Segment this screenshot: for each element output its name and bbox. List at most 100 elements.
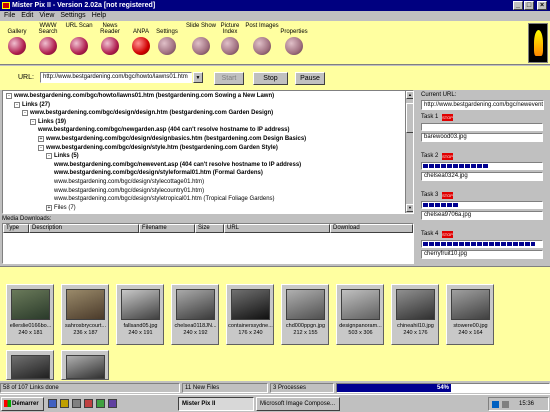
gallery-thumbnail[interactable]: stowere00.jpg 240 x 164 [446, 284, 494, 345]
collapse-icon[interactable]: - [14, 101, 20, 108]
quicklaunch-app2-icon[interactable] [96, 399, 105, 408]
quicklaunch-app-icon[interactable] [84, 399, 93, 408]
collapse-icon[interactable]: - [46, 153, 52, 160]
thumbnail-dimensions: 240 x 176 [403, 330, 428, 336]
thumbnail-filename: sahrosbrycourt... [65, 323, 106, 329]
gallery-thumbnail[interactable]: containerssydne... 176 x 240 [226, 284, 274, 345]
tree-node[interactable]: www.bestgardening.com/bgc/design/styleco… [54, 187, 204, 195]
tree-node[interactable]: www.bestgardening.com/bgc/design/stylefo… [54, 169, 263, 177]
gallery-thumbnail[interactable]: designpanoram... 503 x 306 [336, 284, 384, 345]
tree-node-label: www.bestgardening.com/bgc/newevent.asp (… [54, 161, 302, 168]
gallery-thumbnail[interactable]: sahrosbrycourt... 236 x 187 [61, 284, 109, 345]
gallery-thumbnail[interactable]: chineahil10.jpg 240 x 176 [391, 284, 439, 345]
tree-node[interactable]: - Links (27) [14, 101, 50, 109]
media-downloads-table[interactable]: Type Description Filename Size URL Download [2, 223, 414, 264]
start-button[interactable]: Start [214, 72, 244, 85]
toolbar-label: Gallery [7, 29, 27, 35]
task-stop-button[interactable]: STOP [442, 192, 453, 199]
quicklaunch-app3-icon[interactable] [108, 399, 117, 408]
tree-node[interactable]: www.bestgardening.com/bgc/design/styletr… [54, 195, 275, 203]
thumbnail-image [121, 289, 160, 320]
collapse-icon[interactable]: - [30, 118, 36, 125]
thumbnail-dimensions: 240 x 164 [458, 330, 483, 336]
quicklaunch-ie-icon[interactable] [48, 399, 57, 408]
column-header-size[interactable]: Size [195, 224, 224, 233]
thumbnail-image [11, 289, 50, 320]
pause-button[interactable]: Pause [295, 72, 325, 85]
tree-node[interactable]: www.bestgardening.com/bgc/newevent.asp (… [54, 161, 301, 169]
tree-node-label: Links (19) [38, 118, 67, 125]
tree-scrollbar[interactable]: ▲ ▼ [405, 91, 413, 213]
start-menu-button[interactable]: Démarrer [1, 397, 44, 411]
menu-file[interactable]: File [4, 11, 15, 21]
tree-node[interactable]: - www.bestgardening.com/bgc/design/style.… [38, 144, 278, 152]
menu-help[interactable]: Help [92, 11, 106, 21]
tree-node-label: www.bestgardening.com/bgc/howto/lawns01.… [14, 93, 275, 99]
menu-edit[interactable]: Edit [21, 11, 33, 21]
collapse-icon[interactable]: - [6, 93, 12, 99]
title-bar: Mister Pix II - Version 2.02a [not regis… [0, 0, 550, 11]
thumbnail-image [66, 289, 105, 320]
task-label: Task 3 [421, 192, 439, 198]
column-header-filename[interactable]: Filename [139, 224, 195, 233]
thumbnail-image [231, 289, 270, 320]
quicklaunch-folder-icon[interactable] [60, 399, 69, 408]
expand-icon[interactable]: + [38, 136, 44, 142]
gallery-thumbnail[interactable]: chelsea0118JN... 240 x 192 [171, 284, 219, 345]
maximize-button[interactable]: □ [524, 1, 534, 10]
gallery-icon [8, 37, 26, 55]
task-stop-button[interactable]: STOP [442, 114, 453, 121]
url-dropdown-button[interactable]: ▼ [193, 72, 203, 83]
stop-button[interactable]: Stop [253, 72, 288, 85]
toolbar-label: Picture Index [220, 23, 240, 35]
flame-logo-icon [528, 23, 548, 63]
column-header-type[interactable]: Type [3, 224, 29, 233]
current-url-field: http://www.bestgardening.com/bgc/neweven… [421, 100, 544, 110]
tree-node-label: www.bestgardening.com/bgc/design/style.h… [46, 144, 278, 151]
link-tree[interactable]: ▲ ▼ - www.bestgardening.com/bgc/howto/law… [2, 90, 414, 214]
clock: 15:36 [519, 401, 535, 407]
media-downloads-label: Media Downloads: [2, 216, 52, 222]
gallery-thumbnail[interactable] [6, 350, 54, 380]
tree-node[interactable]: + www.bestgardening.com/bgc/design/design… [38, 135, 306, 143]
gallery-thumbnail[interactable]: chd000ppgn.jpg 212 x 155 [281, 284, 329, 345]
tree-node[interactable]: - www.bestgardening.com/bgc/design/design… [22, 109, 273, 117]
task-stop-button[interactable]: STOP [442, 153, 453, 160]
tree-node[interactable]: - Links (19) [30, 118, 66, 126]
column-header-description[interactable]: Description [29, 224, 139, 233]
status-links: 58 of 107 Links done [0, 383, 180, 393]
tree-node[interactable]: + Files (7) [46, 204, 76, 212]
gallery-thumbnail[interactable] [61, 350, 109, 380]
column-header-url[interactable]: URL [224, 224, 330, 233]
system-tray: 15:36 [488, 397, 549, 411]
tree-node[interactable]: www.bestgardening.com/bgc/newgarden.asp … [38, 126, 290, 134]
quicklaunch-desktop-icon[interactable] [72, 399, 81, 408]
expand-icon[interactable]: + [46, 204, 52, 211]
task-stop-button[interactable]: STOP [442, 231, 453, 238]
thumbnail-image [286, 289, 325, 320]
collapse-icon[interactable]: - [38, 144, 44, 151]
toolbar-label: Settings [156, 29, 178, 35]
url-input[interactable]: http://www.bestgardening.com/bgc/howto/l… [40, 72, 192, 83]
minimize-button[interactable]: _ [513, 1, 523, 10]
tree-node-label: www.bestgardening.com/bgc/design/design.… [30, 110, 274, 117]
thumbnail-image [176, 289, 215, 320]
gallery-thumbnail[interactable]: ellerslie0166bo... 240 x 181 [6, 284, 54, 345]
tree-node[interactable]: www.bestgardening.com/bgc/design/styleco… [54, 178, 204, 186]
taskbar-app-image-composer[interactable]: Microsoft Image Compose... [256, 397, 340, 411]
taskbar-app-misterpix[interactable]: Mister Pix II [178, 397, 254, 411]
column-header-download[interactable]: Download [330, 224, 413, 233]
close-button[interactable]: × [537, 1, 547, 10]
gallery-thumbnail[interactable]: fallsand05.jpg 240 x 191 [116, 284, 164, 345]
tree-node[interactable]: - www.bestgardening.com/bgc/howto/lawns01… [6, 92, 274, 100]
thumbnail-dimensions: 212 x 155 [293, 330, 318, 336]
menu-view[interactable]: View [39, 11, 54, 21]
menu-settings[interactable]: Settings [60, 11, 85, 21]
tree-node[interactable]: - Links (5) [46, 152, 79, 160]
collapse-icon[interactable]: - [22, 110, 28, 117]
menu-bar: File Edit View Settings Help [0, 11, 550, 21]
task-filename: cherryfruit10.jpg [421, 250, 543, 259]
thumbnail-dimensions: 240 x 181 [18, 330, 43, 336]
task-progress-fill [423, 203, 459, 207]
thumbnail-filename: ellerslie0166bo... [9, 323, 52, 329]
